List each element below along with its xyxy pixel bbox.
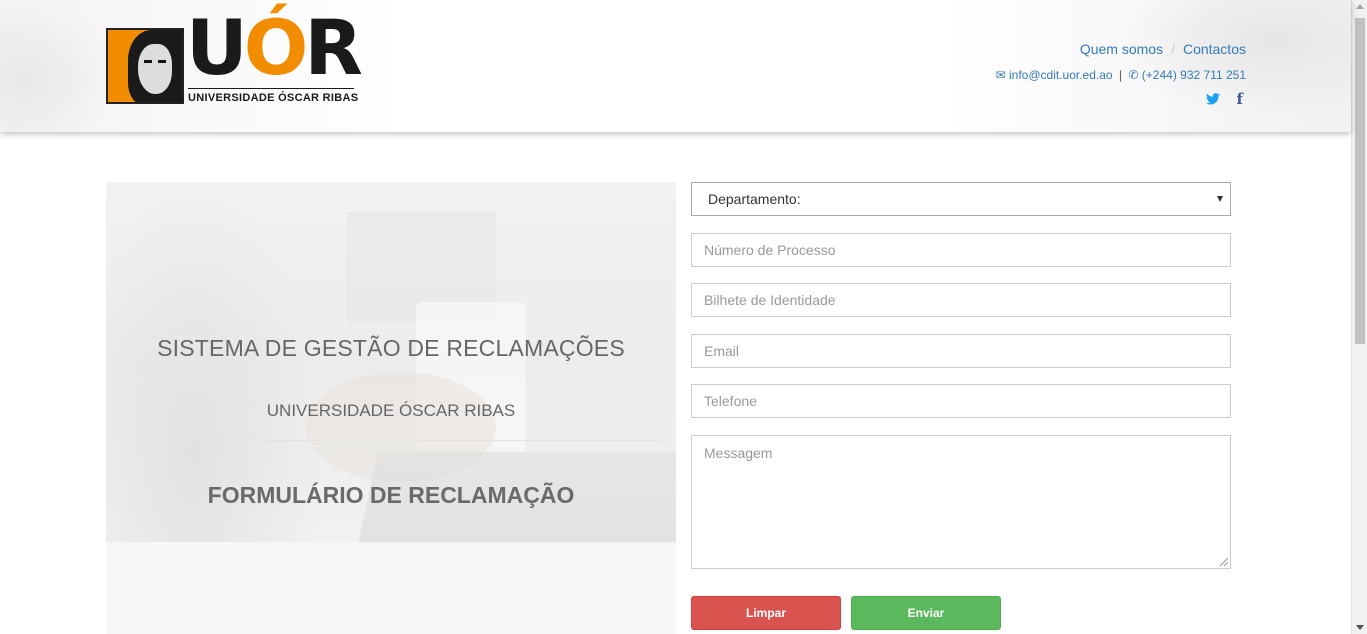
phone-input[interactable]: Telefone xyxy=(691,384,1231,418)
scrollbar-thumb[interactable] xyxy=(1355,18,1365,344)
social-links: f xyxy=(1206,90,1243,108)
form-heading: FORMULÁRIO DE RECLAMAÇÃO xyxy=(207,482,575,508)
hero-panel: SISTEMA DE GESTÃO DE RECLAMAÇÕES UNIVERS… xyxy=(106,182,676,634)
process-number-input[interactable]: Número de Processo xyxy=(691,233,1231,267)
clear-button[interactable]: Limpar xyxy=(691,596,841,630)
logo-wordmark: UÓR xyxy=(186,3,363,92)
contact-separator: | xyxy=(1118,68,1123,82)
logo-divider xyxy=(188,88,354,89)
site-header: UÓR UNIVERSIDADE ÓSCAR RIBAS Quem somos /… xyxy=(0,0,1351,132)
department-select-value: Departamento: xyxy=(708,191,801,207)
select-caret-icon xyxy=(1217,196,1223,202)
logo-subtitle: UNIVERSIDADE ÓSCAR RIBAS xyxy=(188,92,359,104)
resize-grip-icon[interactable] xyxy=(1220,558,1228,566)
contact-phone-link[interactable]: (+244) 932 711 251 xyxy=(1142,68,1246,82)
top-nav: Quem somos / Contactos xyxy=(1080,41,1246,57)
identity-card-input[interactable]: Bilhete de Identidade xyxy=(691,283,1231,317)
twitter-icon[interactable] xyxy=(1206,91,1224,108)
message-placeholder: Messagem xyxy=(704,445,773,461)
email-input[interactable]: Email xyxy=(691,334,1231,368)
university-logo[interactable]: UÓR UNIVERSIDADE ÓSCAR RIBAS xyxy=(106,10,363,106)
logo-portrait xyxy=(106,28,184,104)
contact-email-link[interactable]: info@cdit.uor.ed.ao xyxy=(1009,68,1113,82)
facebook-icon[interactable]: f xyxy=(1237,90,1243,108)
nav-separator: / xyxy=(1171,41,1175,57)
hero-subtitle: UNIVERSIDADE ÓSCAR RIBAS xyxy=(266,401,516,420)
hero-title: SISTEMA DE GESTÃO DE RECLAMAÇÕES xyxy=(157,335,625,361)
nav-link-quem-somos[interactable]: Quem somos xyxy=(1080,41,1163,57)
scroll-down-icon[interactable] xyxy=(1356,625,1364,630)
contact-info: ✉ info@cdit.uor.ed.ao | ✆ (+244) 932 711… xyxy=(996,68,1246,82)
envelope-icon: ✉ xyxy=(995,68,1006,82)
department-select[interactable]: Departamento: xyxy=(691,182,1231,216)
scroll-up-icon[interactable] xyxy=(1356,4,1364,9)
page-scrollbar[interactable] xyxy=(1351,0,1367,634)
header-background-decoration-left xyxy=(0,0,120,132)
hero-divider xyxy=(166,440,661,441)
send-button[interactable]: Enviar xyxy=(851,596,1001,630)
nav-link-contactos[interactable]: Contactos xyxy=(1183,41,1246,57)
header-background-decoration xyxy=(1091,0,1351,132)
message-textarea[interactable]: Messagem xyxy=(691,435,1231,569)
phone-icon: ✆ xyxy=(1128,68,1139,82)
